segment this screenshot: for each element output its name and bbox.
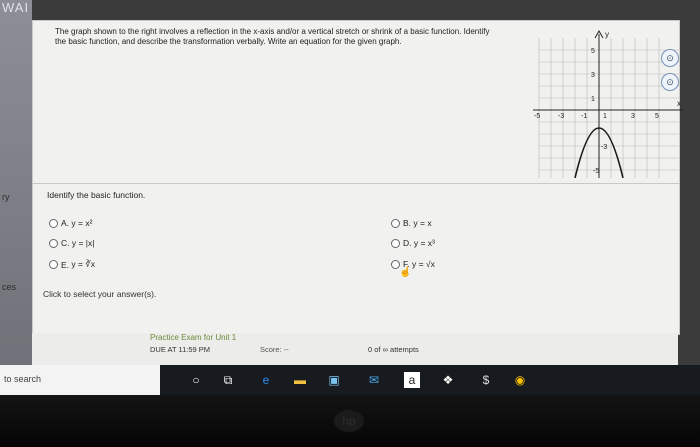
option-d[interactable]: D. y = x³ <box>391 238 435 248</box>
option-equation: y = x² <box>71 218 93 228</box>
x-tick-label: -3 <box>558 113 564 120</box>
cortana-icon[interactable]: ○ <box>188 372 204 388</box>
option-b[interactable]: B. y = x <box>391 218 432 228</box>
x-axis-label: x <box>677 99 681 108</box>
store-icon[interactable]: ▣ <box>326 372 342 388</box>
option-letter: A. <box>61 218 70 228</box>
option-f[interactable]: F. y = √x ☝ <box>391 259 435 278</box>
app-icon[interactable]: $ <box>478 372 494 388</box>
x-tick-label: 5 <box>655 113 659 120</box>
question-text: The graph shown to the right involves a … <box>55 27 490 46</box>
option-equation: y = ∛x <box>71 259 96 269</box>
x-tick-label: -1 <box>581 113 587 120</box>
section-divider <box>33 183 679 184</box>
taskbar-search[interactable]: to search <box>0 365 160 395</box>
assignment-footer: Practice Exam for Unit 1 DUE AT 11:59 PM… <box>32 333 678 365</box>
option-letter: E. <box>61 259 70 270</box>
x-tick-label: 1 <box>603 113 607 120</box>
side-tools: ⊙ ⊙ <box>657 49 679 97</box>
monitor-bezel: hp <box>0 395 700 447</box>
side-label-2[interactable]: ces <box>2 282 16 292</box>
edge-icon[interactable]: e <box>258 372 274 388</box>
cursor-hand-icon: ☝ <box>399 267 412 278</box>
option-letter: C. <box>61 238 70 248</box>
chrome-icon[interactable]: ◉ <box>512 372 528 388</box>
search-placeholder: to search <box>4 374 42 384</box>
tool-button-icon[interactable]: ⊙ <box>661 49 679 67</box>
file-explorer-icon[interactable]: ▬ <box>292 372 308 388</box>
radio-icon[interactable] <box>49 238 58 248</box>
dropbox-icon[interactable]: ❖ <box>440 372 456 388</box>
option-c[interactable]: C. y = |x| <box>49 238 94 248</box>
option-equation: y = |x| <box>71 238 95 248</box>
taskbar: to search ○ ⧉ e ▬ ▣ ✉ a ❖ $ ◉ <box>0 365 700 395</box>
radio-icon[interactable] <box>49 260 58 269</box>
x-tick-label: 3 <box>631 113 635 120</box>
exam-tab[interactable]: Practice Exam for Unit 1 <box>150 333 236 342</box>
click-instruction: Click to select your answer(s). <box>43 289 157 299</box>
question-panel: The graph shown to the right involves a … <box>32 20 683 335</box>
y-tick-label: -5 <box>593 168 599 175</box>
y-tick-label: 1 <box>591 96 595 103</box>
option-letter: B. <box>403 218 412 228</box>
attempts-text: 0 of ∞ attempts <box>368 345 419 354</box>
option-equation: y = x <box>413 218 432 228</box>
task-view-icon[interactable]: ⧉ <box>220 372 236 388</box>
option-letter: D. <box>403 238 412 248</box>
side-label-1[interactable]: ry <box>2 192 10 202</box>
option-equation: y = √x <box>412 259 435 269</box>
app-logo: WAI <box>2 0 30 15</box>
radio-icon[interactable] <box>49 218 58 228</box>
mail-icon[interactable]: ✉ <box>366 372 382 388</box>
radio-icon[interactable] <box>391 238 400 248</box>
option-e[interactable]: E. y = ∛x <box>49 259 95 270</box>
x-tick-label: -5 <box>534 113 540 120</box>
score-text: Score: -- <box>260 345 289 354</box>
due-date: DUE AT 11:59 PM <box>150 345 211 354</box>
identify-label: Identify the basic function. <box>47 190 146 200</box>
radio-icon[interactable] <box>391 218 400 228</box>
option-a[interactable]: A. y = x² <box>49 218 92 228</box>
y-tick-label: 5 <box>591 48 595 55</box>
amazon-icon[interactable]: a <box>404 372 420 388</box>
left-sidebar: WAI ry ces <box>0 0 32 370</box>
y-tick-label: -3 <box>601 144 607 151</box>
tool-button-icon[interactable]: ⊙ <box>661 73 679 91</box>
y-tick-label: 3 <box>591 72 595 79</box>
hp-logo-icon: hp <box>334 410 364 432</box>
y-axis-label: y <box>605 30 609 39</box>
option-equation: y = x³ <box>413 238 435 248</box>
